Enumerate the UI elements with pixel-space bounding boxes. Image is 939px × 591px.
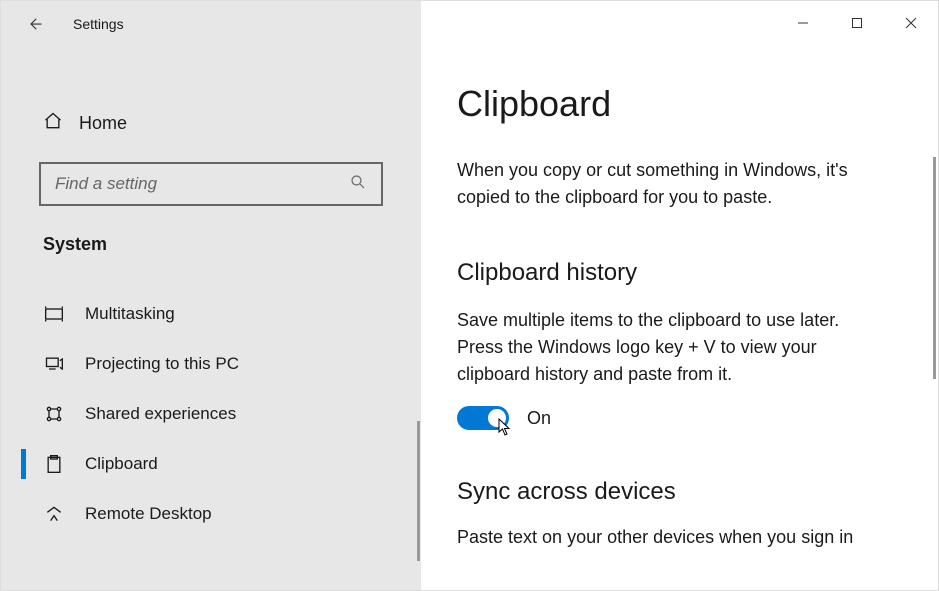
- close-button[interactable]: [884, 1, 938, 45]
- page-title: Clipboard: [457, 83, 878, 125]
- window-controls: [776, 1, 938, 45]
- clipboard-history-toggle[interactable]: [457, 406, 509, 430]
- sidebar-item-clipboard[interactable]: Clipboard: [1, 439, 421, 489]
- back-button[interactable]: [19, 9, 49, 39]
- sidebar-section-title: System: [43, 234, 421, 255]
- sidebar-item-label: Multitasking: [85, 304, 175, 324]
- sidebar-item-label: Projecting to this PC: [85, 354, 239, 374]
- clipboard-history-heading: Clipboard history: [457, 259, 878, 287]
- sidebar-item-label: Shared experiences: [85, 404, 236, 424]
- back-arrow-icon: [25, 15, 43, 33]
- main-scrollbar[interactable]: [933, 157, 936, 379]
- minimize-button[interactable]: [776, 1, 830, 45]
- clipboard-history-description: Save multiple items to the clipboard to …: [457, 307, 878, 388]
- sidebar-item-remote-desktop[interactable]: Remote Desktop: [1, 489, 421, 539]
- shared-experiences-icon: [43, 403, 65, 425]
- search-input[interactable]: [55, 174, 349, 194]
- sync-heading: Sync across devices: [457, 478, 878, 506]
- maximize-icon: [851, 17, 863, 29]
- titlebar: Settings: [1, 1, 421, 47]
- page-description: When you copy or cut something in Window…: [457, 157, 878, 211]
- search-box[interactable]: [39, 162, 383, 206]
- settings-window: Settings Home System Multitasking: [0, 0, 939, 591]
- sidebar-home[interactable]: Home: [1, 97, 421, 150]
- remote-desktop-icon: [43, 503, 65, 525]
- sidebar-nav-list: Multitasking Projecting to this PC Share…: [1, 289, 421, 539]
- sidebar-item-label: Remote Desktop: [85, 504, 212, 524]
- projecting-icon: [43, 353, 65, 375]
- clipboard-history-toggle-row: On: [457, 406, 878, 430]
- sidebar-item-shared[interactable]: Shared experiences: [1, 389, 421, 439]
- multitasking-icon: [43, 303, 65, 325]
- sidebar-home-label: Home: [79, 113, 127, 134]
- minimize-icon: [797, 17, 809, 29]
- sidebar-scrollbar[interactable]: [417, 421, 420, 561]
- app-title: Settings: [73, 16, 124, 32]
- sidebar-item-projecting[interactable]: Projecting to this PC: [1, 339, 421, 389]
- main-content: Clipboard When you copy or cut something…: [421, 1, 938, 551]
- toggle-label: On: [527, 408, 551, 429]
- cursor-icon: [498, 418, 514, 438]
- home-icon: [43, 111, 63, 136]
- sync-description: Paste text on your other devices when yo…: [457, 524, 878, 551]
- clipboard-icon: [43, 453, 65, 475]
- maximize-button[interactable]: [830, 1, 884, 45]
- sidebar-item-label: Clipboard: [85, 454, 158, 474]
- sidebar-item-multitasking[interactable]: Multitasking: [1, 289, 421, 339]
- sidebar: Settings Home System Multitasking: [1, 1, 421, 590]
- main-panel: Clipboard When you copy or cut something…: [421, 1, 938, 590]
- close-icon: [905, 17, 917, 29]
- search-icon: [349, 173, 367, 196]
